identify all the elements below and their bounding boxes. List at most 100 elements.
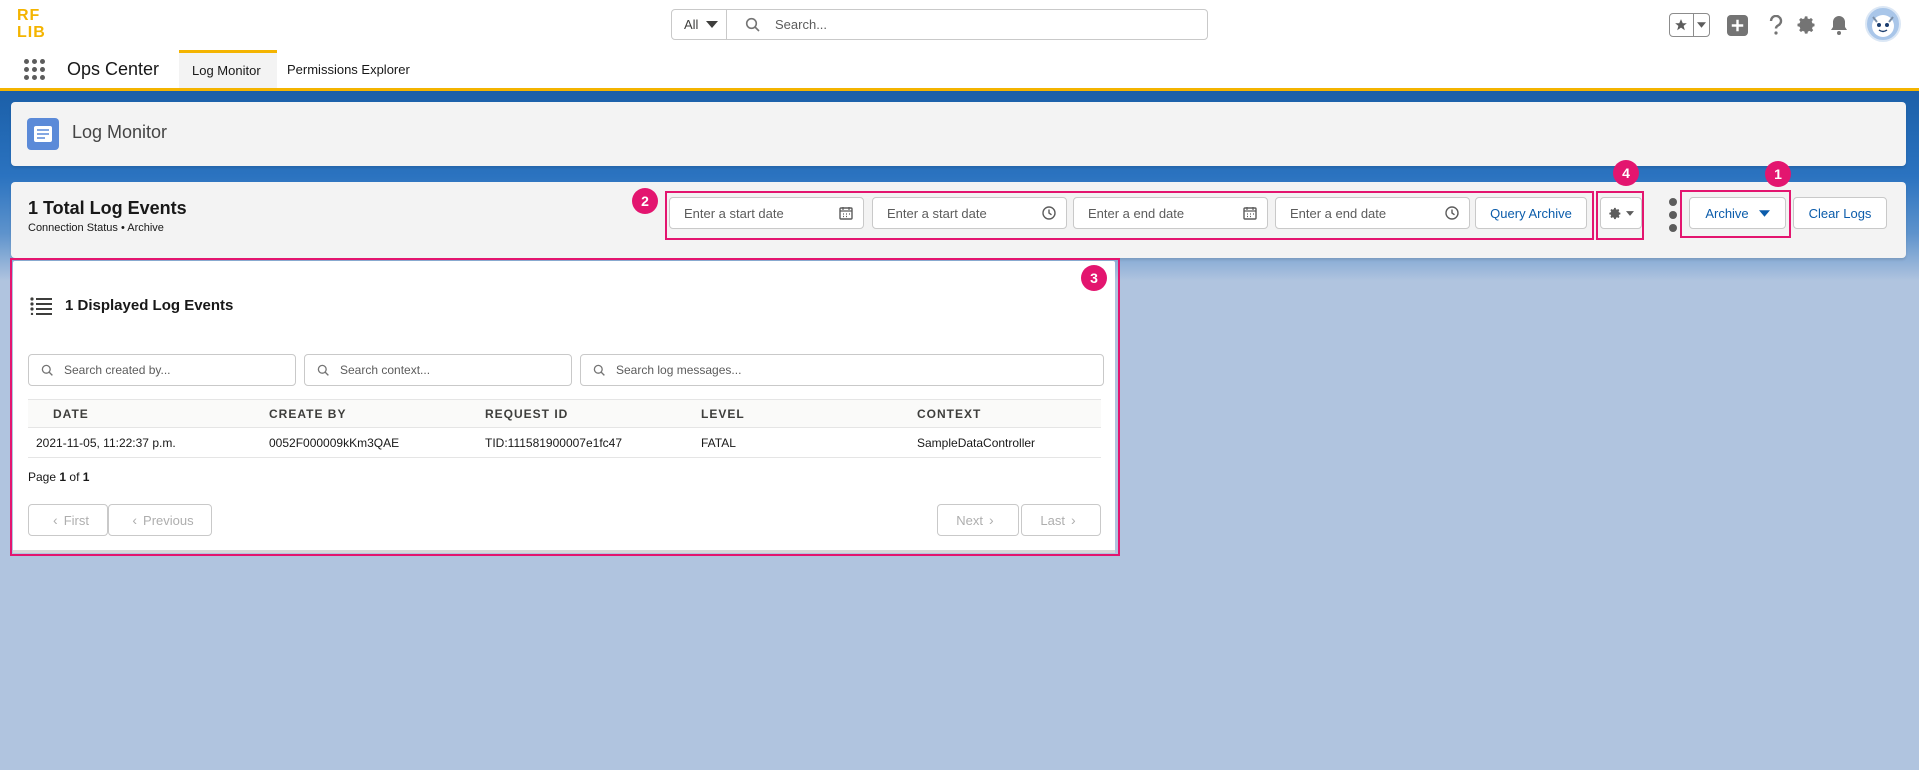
- first-page-button[interactable]: ‹ First: [28, 504, 108, 536]
- clock-icon[interactable]: [1042, 206, 1056, 220]
- list-icon: [30, 297, 52, 315]
- page-of: of: [69, 470, 80, 484]
- clear-logs-button[interactable]: Clear Logs: [1793, 197, 1887, 229]
- global-search-input[interactable]: [773, 16, 1157, 33]
- card-divider: [13, 550, 1115, 553]
- tab-log-monitor[interactable]: Log Monitor: [179, 50, 277, 88]
- add-icon[interactable]: [1726, 14, 1748, 36]
- start-date-input[interactable]: [682, 204, 826, 222]
- setup-gear-icon[interactable]: [1796, 14, 1818, 36]
- context-search: [304, 354, 572, 386]
- log-messages-search: [580, 354, 1104, 386]
- previous-label: Previous: [143, 512, 194, 528]
- logo-text-bottom: LIB: [17, 24, 46, 41]
- avatar[interactable]: [1865, 6, 1901, 42]
- search-icon: [317, 364, 329, 376]
- global-search: All: [671, 9, 1208, 40]
- callout-badge-3: 3: [1081, 265, 1107, 291]
- previous-page-button[interactable]: ‹ Previous: [108, 504, 212, 536]
- page-title: Log Monitor: [72, 122, 168, 142]
- help-icon[interactable]: [1765, 14, 1787, 36]
- app-logo[interactable]: RF LIB: [17, 8, 53, 42]
- archive-label: Archive: [1705, 205, 1749, 221]
- created-by-search: [28, 354, 296, 386]
- chevron-down-icon: [1625, 210, 1634, 216]
- chevron-right-icon: ›: [1070, 512, 1076, 528]
- pagination-info: Page 1 of 1: [28, 470, 89, 484]
- settings-menu-button[interactable]: [1600, 197, 1642, 229]
- callout-badge-4: 4: [1613, 160, 1639, 186]
- favorites-star-icon[interactable]: [1670, 14, 1694, 36]
- cell-context: SampleDataController: [916, 427, 1101, 458]
- connection-status: Connection Status • Archive: [28, 222, 164, 234]
- chevron-left-icon: ‹: [132, 512, 138, 528]
- log-events-card: 1 Displayed Log Events DATE CREATE BY RE…: [13, 261, 1115, 553]
- table-row[interactable]: 2021-11-05, 11:22:37 p.m. 0052F000009kKm…: [28, 427, 1101, 458]
- app-navigation-bar: Ops Center Log Monitor Permissions Explo…: [0, 50, 1919, 91]
- callout-badge-2: 2: [632, 188, 658, 214]
- column-header-create-by[interactable]: CREATE BY: [268, 399, 484, 428]
- start-date-field: [669, 197, 864, 229]
- tab-label: Log Monitor: [192, 63, 261, 78]
- last-label: Last: [1040, 512, 1065, 528]
- search-icon: [593, 364, 605, 376]
- end-date-input[interactable]: [1086, 204, 1230, 222]
- clock-icon[interactable]: [1445, 206, 1459, 220]
- cell-level: FATAL: [700, 427, 916, 458]
- column-header-date[interactable]: DATE: [28, 399, 268, 428]
- page-total: 1: [82, 470, 90, 484]
- next-page-button[interactable]: Next ›: [937, 504, 1019, 536]
- search-icon: [41, 364, 53, 376]
- total-events-title: 1 Total Log Events: [28, 198, 187, 218]
- cell-date: 2021-11-05, 11:22:37 p.m.: [28, 427, 268, 458]
- tab-label: Permissions Explorer: [287, 61, 410, 77]
- calendar-icon[interactable]: [1243, 206, 1257, 220]
- column-header-level[interactable]: LEVEL: [700, 399, 916, 428]
- table-header-row: DATE CREATE BY REQUEST ID LEVEL CONTEXT: [28, 399, 1101, 428]
- tab-permissions-explorer[interactable]: Permissions Explorer: [274, 50, 423, 88]
- app-name: Ops Center: [67, 59, 160, 79]
- app-launcher-icon[interactable]: [24, 59, 46, 81]
- chevron-down-icon: [706, 21, 719, 28]
- page-header: Log Monitor: [11, 102, 1906, 166]
- end-time-input[interactable]: [1288, 204, 1432, 222]
- log-toolbar: 1 Total Log Events Connection Status • A…: [11, 182, 1906, 258]
- callout-badge-1: 1: [1765, 161, 1791, 187]
- chevron-right-icon: ›: [989, 512, 994, 528]
- more-options-icon[interactable]: [1666, 198, 1680, 232]
- search-scope-label: All: [684, 17, 699, 32]
- end-date-field: [1073, 197, 1268, 229]
- last-page-button[interactable]: Last ›: [1021, 504, 1101, 536]
- page-current: 1: [59, 470, 67, 484]
- query-archive-button[interactable]: Query Archive: [1475, 197, 1587, 229]
- favorites-button-group: [1669, 13, 1710, 37]
- log-events-table: DATE CREATE BY REQUEST ID LEVEL CONTEXT …: [28, 399, 1101, 458]
- search-icon: [745, 17, 760, 32]
- created-by-search-input[interactable]: [62, 362, 279, 378]
- page-prefix: Page: [28, 470, 57, 484]
- next-label: Next: [956, 512, 984, 528]
- logo-text-top: RF: [17, 7, 41, 24]
- context-search-input[interactable]: [338, 362, 555, 378]
- favorites-dropdown-icon[interactable]: [1694, 14, 1709, 36]
- cell-create-by: 0052F000009kKm3QAE: [268, 427, 484, 458]
- column-header-request-id[interactable]: REQUEST ID: [484, 399, 700, 428]
- archive-dropdown-button[interactable]: Archive: [1689, 197, 1786, 229]
- notifications-bell-icon[interactable]: [1828, 14, 1850, 36]
- cell-request-id: TID:111581900007e1fc47: [484, 427, 700, 458]
- calendar-icon[interactable]: [839, 206, 853, 220]
- query-archive-label: Query Archive: [1490, 205, 1572, 221]
- log-monitor-icon: [27, 118, 59, 150]
- start-time-field: [872, 197, 1067, 229]
- displayed-events-title: 1 Displayed Log Events: [65, 297, 234, 314]
- global-header: RF LIB All: [0, 0, 1919, 50]
- gear-icon: [1608, 207, 1620, 219]
- column-header-context[interactable]: CONTEXT: [916, 399, 1101, 428]
- log-messages-search-input[interactable]: [614, 362, 1036, 378]
- search-scope-dropdown[interactable]: All: [672, 10, 727, 39]
- clear-logs-label: Clear Logs: [1808, 205, 1872, 221]
- chevron-down-icon: [1758, 209, 1770, 217]
- first-label: First: [63, 512, 89, 528]
- start-time-input[interactable]: [885, 204, 1029, 222]
- chevron-left-icon: ‹: [53, 512, 58, 528]
